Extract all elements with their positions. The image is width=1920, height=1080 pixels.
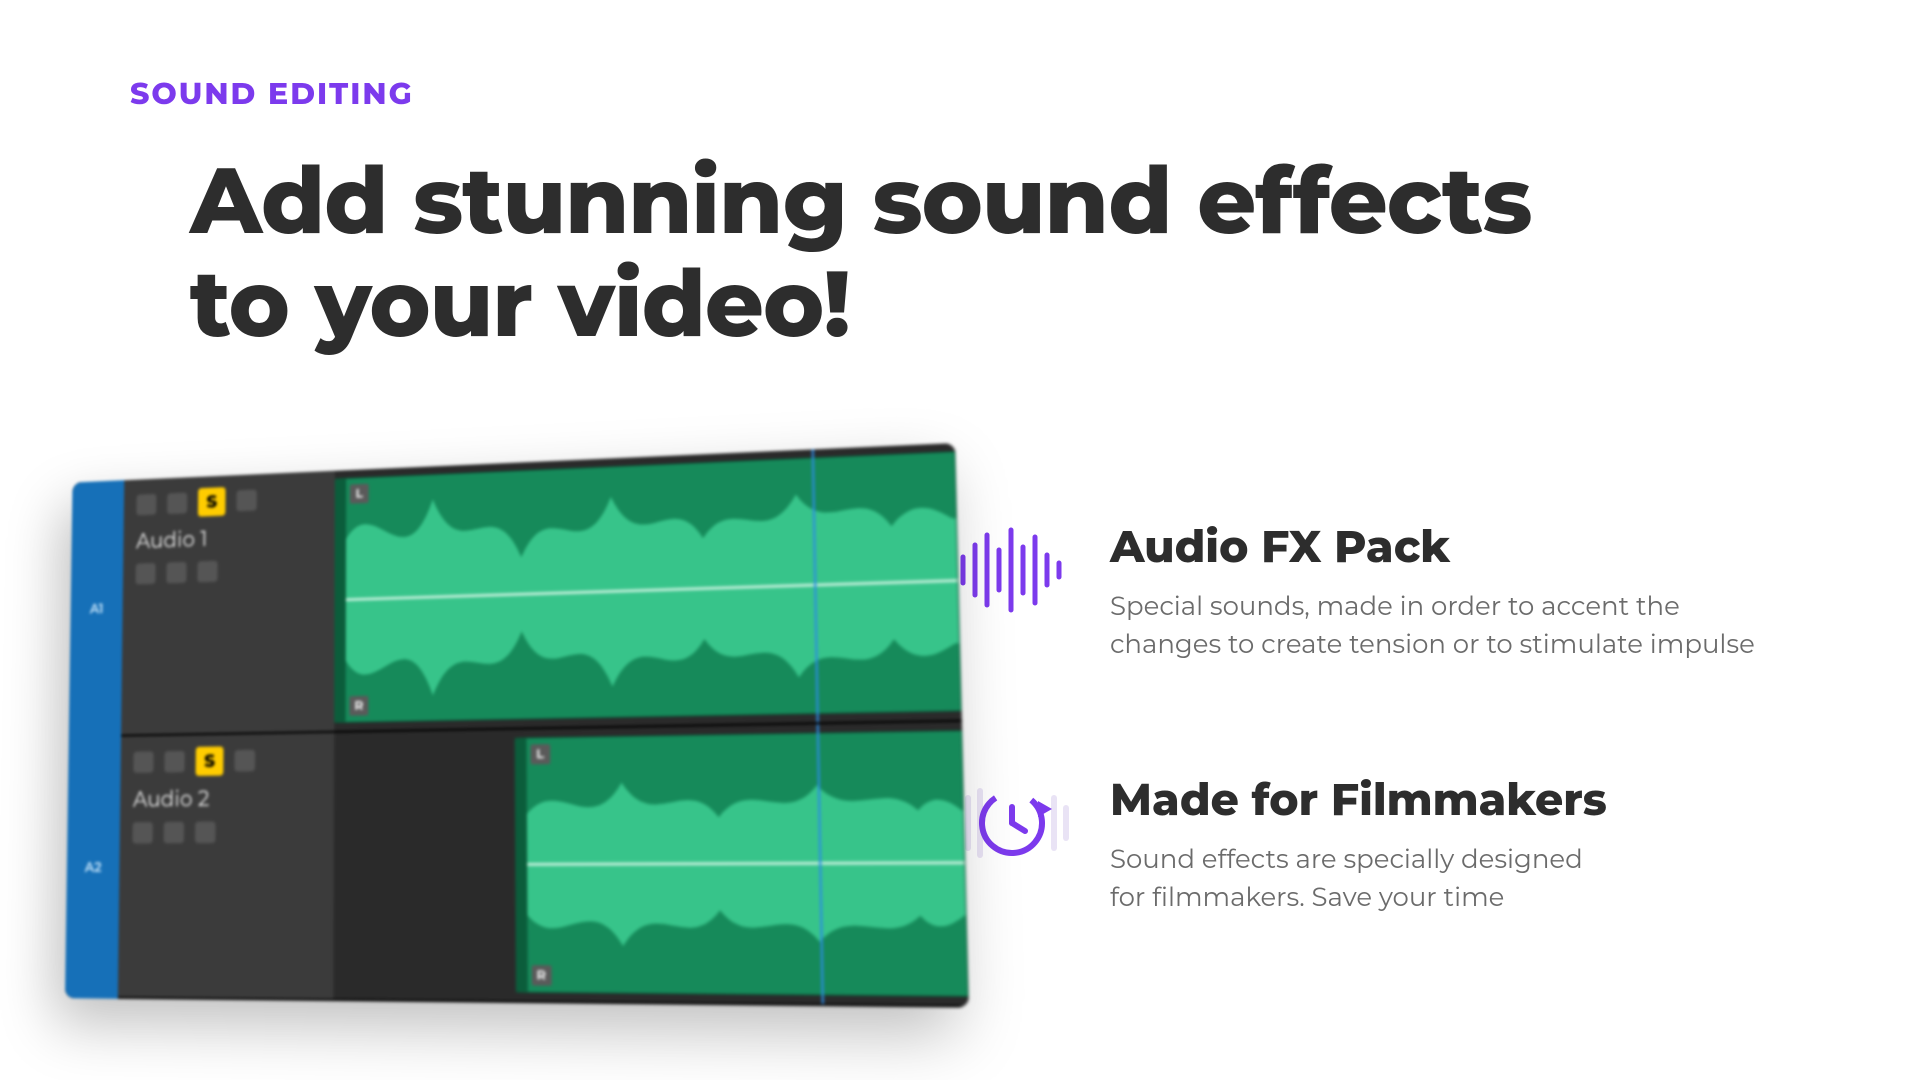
solo-button[interactable]: S [198, 487, 226, 517]
clock-refresh-icon [950, 773, 1070, 873]
solo-button[interactable]: S [196, 746, 224, 776]
track-header: S Audio 2 [118, 733, 334, 999]
feature-desc: Sound effects are specially designed for… [1110, 841, 1607, 916]
track-header: S Audio 1 [121, 471, 335, 735]
waveform-icon [950, 520, 1070, 620]
feature-text: Made for Filmmakers Sound effects are sp… [1110, 773, 1607, 916]
feature-desc: Special sounds, made in order to accent … [1110, 588, 1755, 663]
section-eyebrow: SOUND EDITING [130, 75, 414, 112]
track-index-label: A2 [65, 737, 121, 999]
feature-audio-fx: Audio FX Pack Special sounds, made in or… [950, 520, 1890, 663]
track-index-label: A1 [69, 480, 124, 737]
track-name: Audio 2 [133, 784, 321, 812]
feature-filmmakers: Made for Filmmakers Sound effects are sp… [950, 773, 1890, 916]
channel-label-left: L [530, 744, 550, 764]
channel-label-right: R [349, 696, 368, 716]
feature-title: Audio FX Pack [1110, 520, 1755, 574]
feature-list: Audio FX Pack Special sounds, made in or… [950, 520, 1890, 1027]
feature-title: Made for Filmmakers [1110, 773, 1607, 827]
page-title: Add stunning sound effects to your video… [190, 150, 1532, 356]
audio-editor-screenshot: A1 A2 S Audio 1 L R [40, 460, 950, 1000]
track-name: Audio 1 [136, 521, 322, 554]
channel-label-right: R [531, 965, 551, 986]
channel-label-left: L [350, 484, 369, 504]
feature-text: Audio FX Pack Special sounds, made in or… [1110, 520, 1755, 663]
